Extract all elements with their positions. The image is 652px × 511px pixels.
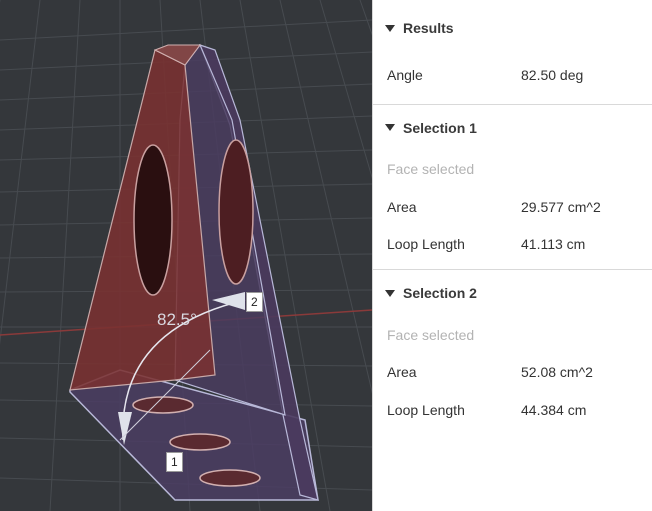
- selection-2-status-row: Face selected: [373, 316, 652, 354]
- model-canvas[interactable]: [0, 0, 372, 511]
- hole-back: [218, 139, 254, 285]
- selection-2-status: Face selected: [387, 326, 475, 343]
- selection-1-section: Selection 1 Face selected Area 29.577 cm…: [373, 105, 652, 270]
- selection-1-area-label: Area: [387, 198, 417, 215]
- selection-1-title: Selection 1: [403, 119, 477, 136]
- selection-2-header[interactable]: Selection 2: [373, 270, 652, 316]
- base-hole-2: [169, 433, 231, 451]
- results-header[interactable]: Results: [373, 0, 652, 56]
- measure-window: 82.5° 1 2 Results Angle 82.50 deg Select…: [0, 0, 652, 511]
- measure-results-panel: Results Angle 82.50 deg Selection 1 Face…: [372, 0, 652, 511]
- selection-2-loop-row: Loop Length 44.384 cm: [373, 391, 652, 429]
- selection-2-loop-label: Loop Length: [387, 401, 465, 418]
- selection-marker-2[interactable]: 2: [246, 292, 263, 312]
- selection-2-loop-value: 44.384 cm: [521, 401, 587, 418]
- angle-value: 82.50 deg: [521, 66, 584, 83]
- selection-1-loop-label: Loop Length: [387, 236, 465, 253]
- base-hole-3: [199, 469, 261, 487]
- results-section: Results Angle 82.50 deg: [373, 0, 652, 105]
- selection-2-area-label: Area: [387, 364, 417, 381]
- selection-2-title: Selection 2: [403, 285, 477, 301]
- selection-1-status: Face selected: [387, 161, 475, 178]
- selection-1-loop-value: 41.113 cm: [521, 236, 586, 253]
- selection-1-area-value: 29.577 cm^2: [521, 198, 601, 215]
- selection-marker-1[interactable]: 1: [166, 452, 183, 472]
- angle-row: Angle 82.50 deg: [373, 56, 652, 94]
- selection-1-header[interactable]: Selection 1: [373, 105, 652, 151]
- selection-1-status-row: Face selected: [373, 151, 652, 189]
- caret-down-icon: [385, 24, 395, 32]
- hole-front: [133, 144, 173, 296]
- 3d-viewport[interactable]: 82.5° 1 2: [0, 0, 372, 511]
- results-title: Results: [403, 20, 454, 36]
- angle-label: Angle: [387, 66, 423, 83]
- selection-1-area-row: Area 29.577 cm^2: [373, 188, 652, 226]
- base-hole-1: [132, 396, 194, 414]
- caret-down-icon: [385, 124, 395, 131]
- selection-2-area-row: Area 52.08 cm^2: [373, 354, 652, 392]
- angle-annotation: 82.5°: [157, 310, 197, 329]
- selection-2-area-value: 52.08 cm^2: [521, 364, 593, 381]
- selection-1-loop-row: Loop Length 41.113 cm: [373, 226, 652, 264]
- caret-down-icon: [385, 289, 395, 297]
- selection-2-section: Selection 2 Face selected Area 52.08 cm^…: [373, 270, 652, 435]
